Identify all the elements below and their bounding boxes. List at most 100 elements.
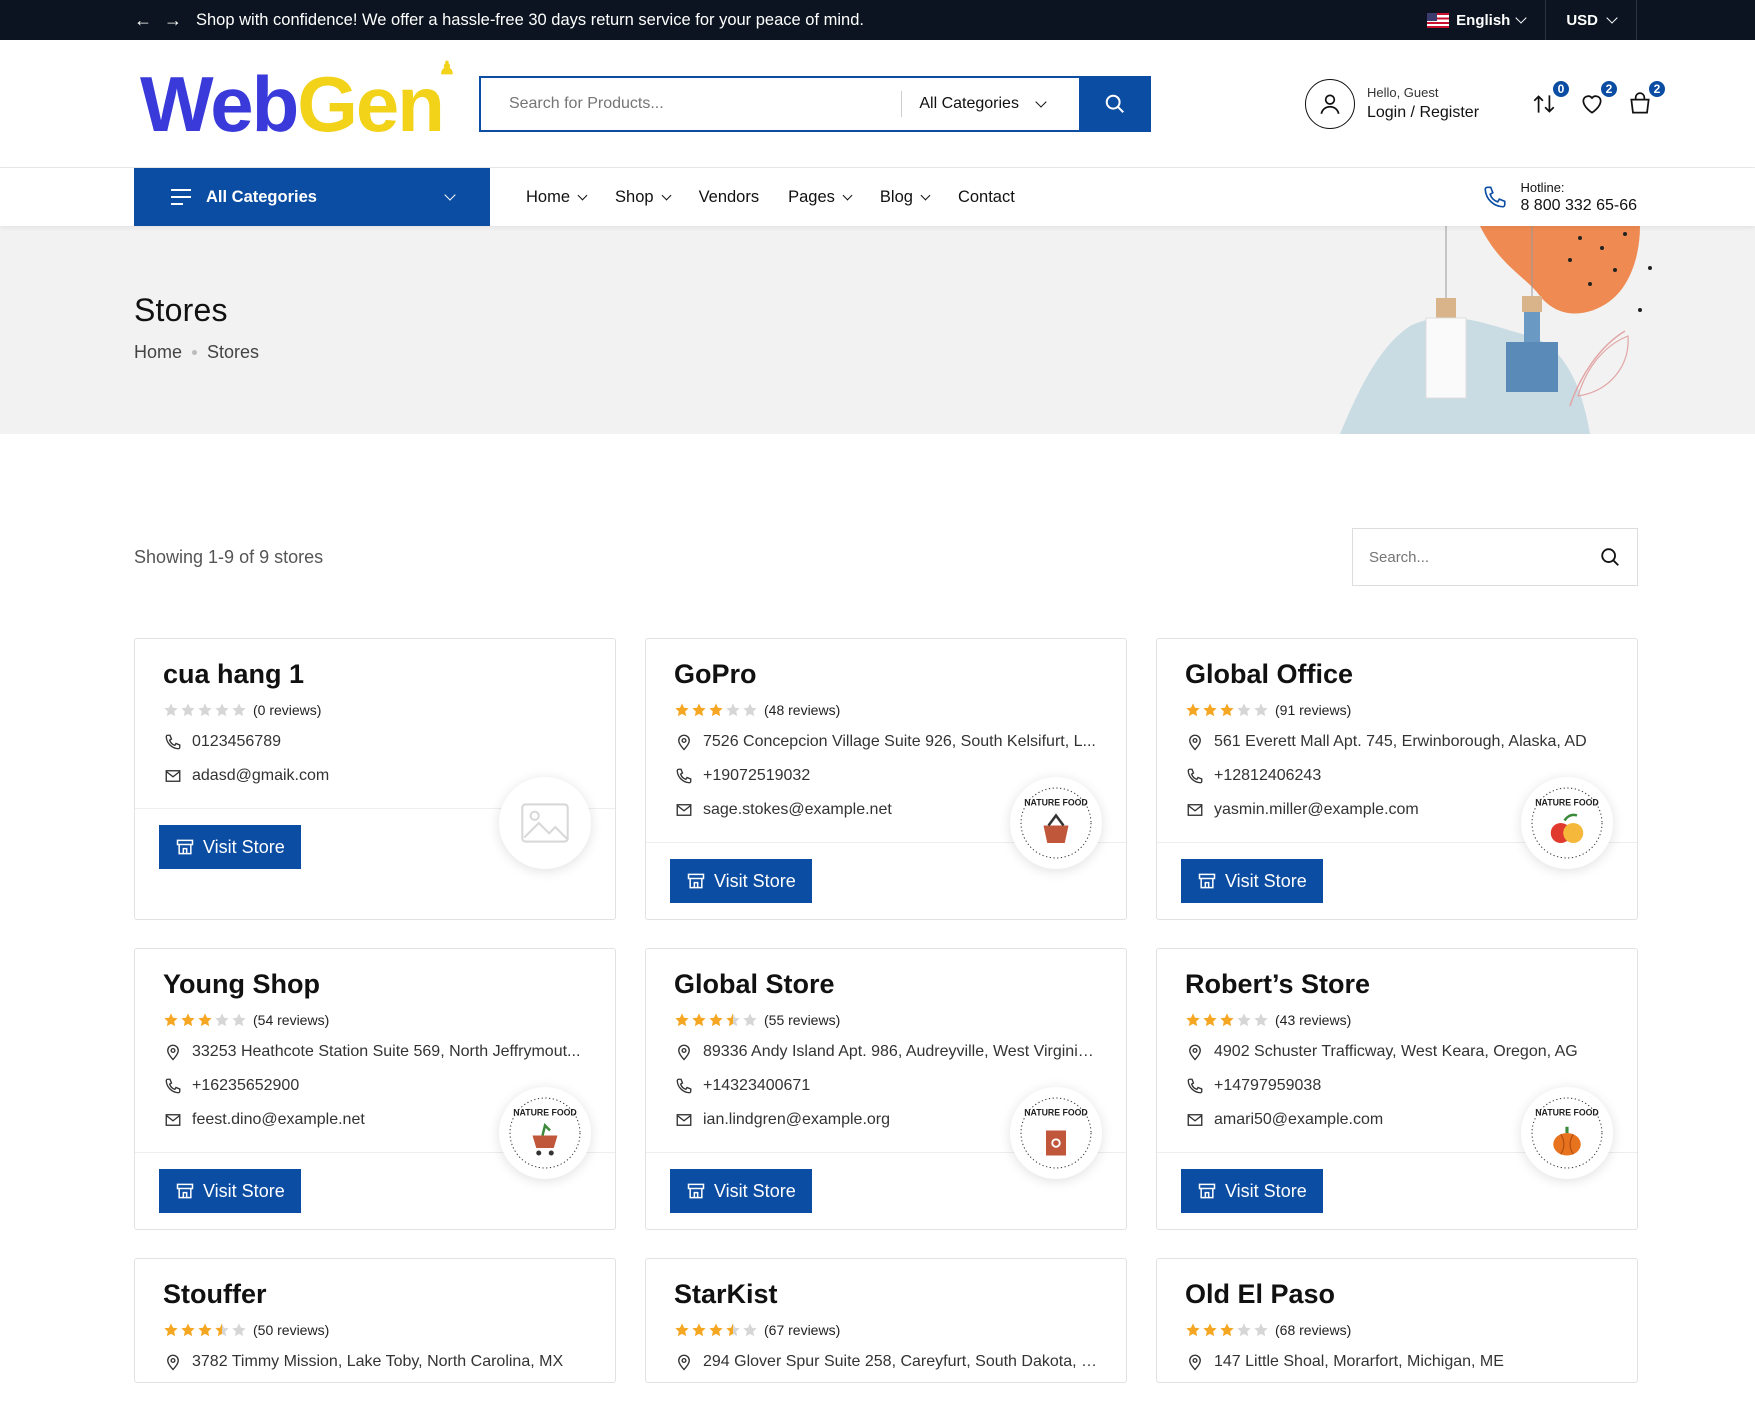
arrow-right-icon[interactable]: → <box>164 10 182 31</box>
store-rating: (48 reviews) <box>674 702 1098 718</box>
star-icon <box>215 1323 229 1337</box>
store-name[interactable]: Young Shop <box>163 969 587 1000</box>
star-icon <box>675 1013 689 1027</box>
star-icon <box>726 703 740 717</box>
search-button[interactable] <box>1078 75 1151 132</box>
visit-store-button[interactable]: Visit Store <box>159 1169 301 1213</box>
store-card: Stouffer (50 reviews) 3782 Timmy Mission,… <box>134 1258 616 1383</box>
store-search-input[interactable] <box>1369 548 1599 566</box>
star-icon <box>164 703 178 717</box>
account-link[interactable]: Hello, Guest Login / Register <box>1304 78 1479 129</box>
wishlist-count-badge: 2 <box>1599 78 1620 99</box>
product-search-input[interactable] <box>480 77 902 130</box>
phone-icon <box>1187 768 1203 784</box>
product-search: All Categories <box>478 75 1151 132</box>
visit-store-button[interactable]: Visit Store <box>670 859 812 903</box>
announcement-bar: ← → Shop with confidence! We offer a has… <box>0 0 1755 40</box>
visit-store-button[interactable]: Visit Store <box>1181 1169 1323 1213</box>
nav-item-vendors[interactable]: Vendors <box>699 188 760 207</box>
star-icon <box>164 1013 178 1027</box>
chevron-down-icon <box>842 190 853 200</box>
star-icon <box>198 1013 212 1027</box>
store-name[interactable]: cua hang 1 <box>163 659 587 690</box>
phone-icon <box>676 768 692 784</box>
store-address: 4902 Schuster Trafficway, West Keara, Or… <box>1185 1042 1609 1062</box>
store-icon <box>176 1183 194 1199</box>
store-name[interactable]: Global Store <box>674 969 1098 1000</box>
star-icon <box>692 1323 706 1337</box>
store-name[interactable]: Stouffer <box>163 1279 587 1310</box>
visit-store-button[interactable]: Visit Store <box>159 825 301 869</box>
star-icon <box>1220 703 1234 717</box>
store-search <box>1352 528 1638 586</box>
placeholder-image-icon[interactable] <box>499 777 591 869</box>
breadcrumb-home[interactable]: Home <box>134 342 182 363</box>
store-name[interactable]: Old El Paso <box>1185 1279 1609 1310</box>
review-count: (91 reviews) <box>1275 702 1352 718</box>
store-address: 561 Everett Mall Apt. 745, Erwinborough,… <box>1185 732 1609 752</box>
currency-selector[interactable]: USD <box>1545 0 1637 40</box>
store-logo[interactable]: NATURE FOOD <box>1521 1087 1613 1179</box>
svg-text:NATURE FOOD: NATURE FOOD <box>1024 798 1088 808</box>
hotline[interactable]: Hotline: 8 800 332 65-66 <box>1482 180 1637 215</box>
compare-button[interactable]: 0 <box>1531 78 1572 117</box>
search-icon[interactable] <box>1599 546 1621 568</box>
star-icon <box>692 703 706 717</box>
chevron-down-icon <box>577 190 588 200</box>
email-icon <box>676 804 692 816</box>
nav-item-contact[interactable]: Contact <box>958 188 1015 207</box>
site-logo[interactable]: WebGen ♟ <box>140 59 455 143</box>
store-address: 7526 Concepcion Village Suite 926, South… <box>674 732 1098 752</box>
nav-item-home[interactable]: Home <box>526 188 588 207</box>
login-register-link[interactable]: Login / Register <box>1367 104 1479 122</box>
store-address: 294 Glover Spur Suite 258, Careyfurt, So… <box>674 1352 1098 1372</box>
store-logo[interactable]: NATURE FOOD <box>499 1087 591 1179</box>
store-logo[interactable]: NATURE FOOD <box>1521 777 1613 869</box>
store-icon <box>687 1183 705 1199</box>
currency-label: USD <box>1566 11 1598 29</box>
location-pin-icon <box>1189 734 1201 751</box>
star-icon <box>232 1013 246 1027</box>
all-categories-button[interactable]: All Categories <box>134 168 490 226</box>
store-grid: cua hang 1 (0 reviews) 0123456789 adasd@gm… <box>134 638 1638 1383</box>
star-icon <box>1254 1013 1268 1027</box>
store-card: Old El Paso (68 reviews) 147 Little Shoal… <box>1156 1258 1638 1383</box>
chevron-down-icon <box>1035 95 1047 108</box>
wishlist-button[interactable]: 2 <box>1579 78 1620 117</box>
all-categories-label: All Categories <box>206 187 317 206</box>
breadcrumb: Home Stores <box>134 342 259 363</box>
star-icon <box>726 1323 740 1337</box>
page-banner: Stores Home Stores <box>0 226 1755 434</box>
hotline-number: 8 800 332 65-66 <box>1520 196 1637 214</box>
star-icon <box>675 703 689 717</box>
store-name[interactable]: Global Office <box>1185 659 1609 690</box>
store-rating: (67 reviews) <box>674 1322 1098 1338</box>
store-address: 147 Little Shoal, Morarfort, Michigan, M… <box>1185 1352 1609 1372</box>
review-count: (48 reviews) <box>764 702 841 718</box>
category-select[interactable]: All Categories <box>901 90 1079 117</box>
arrow-left-icon[interactable]: ← <box>134 10 152 31</box>
nav-item-blog[interactable]: Blog <box>880 188 931 207</box>
store-name[interactable]: StarKist <box>674 1279 1098 1310</box>
email-icon <box>676 1114 692 1126</box>
visit-store-button[interactable]: Visit Store <box>670 1169 812 1213</box>
nav-item-shop[interactable]: Shop <box>615 188 672 207</box>
store-rating: (91 reviews) <box>1185 702 1609 718</box>
language-selector[interactable]: English <box>1427 12 1545 29</box>
menu-icon <box>171 189 191 205</box>
nav-item-pages[interactable]: Pages <box>788 188 853 207</box>
review-count: (0 reviews) <box>253 702 322 718</box>
store-icon <box>176 839 194 855</box>
visit-store-button[interactable]: Visit Store <box>1181 859 1323 903</box>
store-name[interactable]: Robert’s Store <box>1185 969 1609 1000</box>
announcement-text: Shop with confidence! We offer a hassle-… <box>196 10 864 29</box>
svg-text:NATURE FOOD: NATURE FOOD <box>1535 1108 1599 1118</box>
store-logo[interactable]: NATURE FOOD <box>1010 777 1102 869</box>
star-icon <box>1237 703 1251 717</box>
location-pin-icon <box>1189 1354 1201 1371</box>
star-icon <box>692 1013 706 1027</box>
cart-button[interactable]: 2 <box>1627 78 1668 117</box>
store-logo[interactable]: NATURE FOOD <box>1010 1087 1102 1179</box>
phone-icon <box>165 1078 181 1094</box>
store-name[interactable]: GoPro <box>674 659 1098 690</box>
